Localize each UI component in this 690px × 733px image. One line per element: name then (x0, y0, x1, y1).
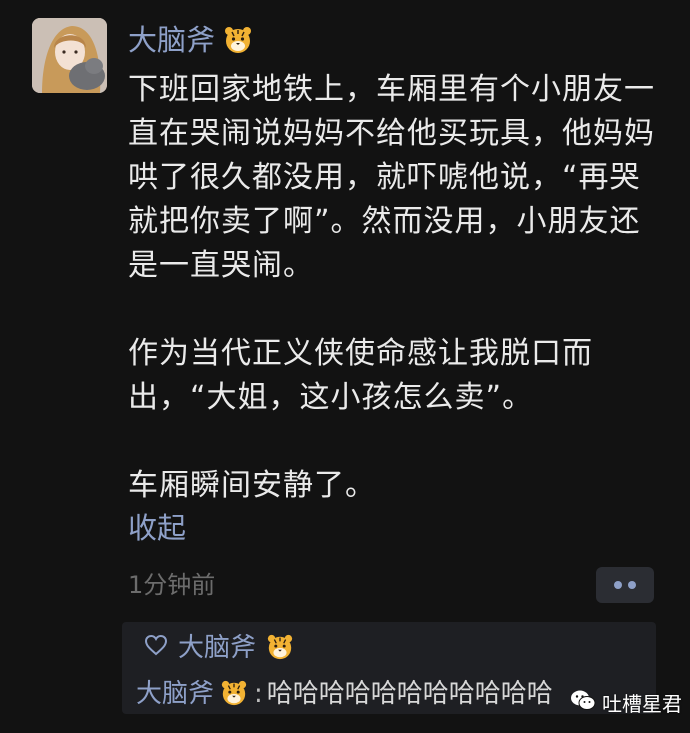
comment-author[interactable]: 大脑斧 (136, 676, 214, 712)
dot-icon (614, 581, 622, 589)
post-timestamp: 1分钟前 (128, 571, 216, 599)
post-paragraph: 作为当代正义侠使命感让我脱口而出，“大姐，这小孩怎么卖”。 (128, 336, 593, 415)
tiger-face-icon (220, 679, 250, 709)
post-content: 下班回家地铁上，车厢里有个小朋友一直在哭闹说妈妈不给他买玩具，他妈妈哄了很久都没… (128, 68, 658, 508)
tiger-face-icon (266, 633, 296, 663)
post-author[interactable]: 大脑斧 (128, 20, 253, 60)
heart-outline-icon (144, 630, 168, 666)
post-paragraph: 车厢瞬间安静了。 (128, 468, 376, 503)
watermark-label: 吐槽星君 (602, 692, 682, 716)
watermark: 吐槽星君 (570, 688, 682, 717)
avatar[interactable] (32, 18, 107, 93)
comment-text: 哈哈哈哈哈哈哈哈哈哈哈 (266, 679, 553, 709)
more-actions-button[interactable] (596, 567, 654, 603)
comment-colon: : (254, 679, 263, 709)
dot-icon (628, 581, 636, 589)
tiger-face-icon (223, 25, 253, 55)
wechat-icon (570, 689, 596, 716)
author-name[interactable]: 大脑斧 (128, 20, 215, 60)
post-paragraph: 下班回家地铁上，车厢里有个小朋友一直在哭闹说妈妈不给他买玩具，他妈妈哄了很久都没… (128, 72, 655, 283)
avatar-image (32, 18, 107, 93)
comment-row[interactable]: 大脑斧 : 哈哈哈哈哈哈哈哈哈哈哈 (136, 676, 553, 712)
like-user-name[interactable]: 大脑斧 (178, 630, 256, 666)
likes-row: 大脑斧 (144, 630, 296, 666)
collapse-link[interactable]: 收起 (128, 508, 186, 548)
